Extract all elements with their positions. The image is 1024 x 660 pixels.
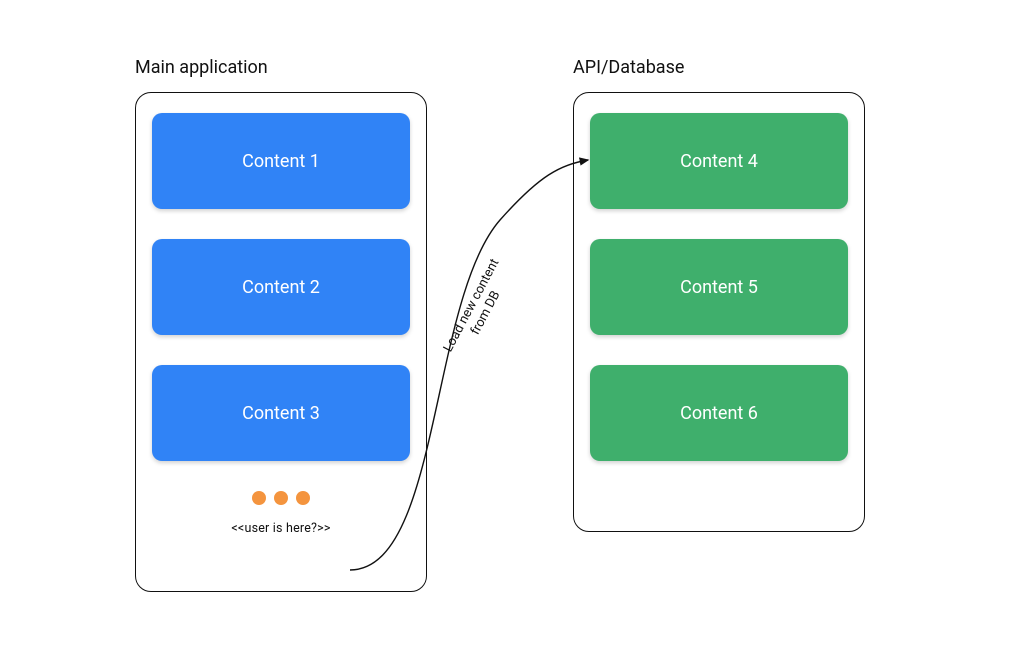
content-card-label: Content 5 — [680, 277, 758, 298]
content-card-label: Content 2 — [242, 277, 320, 298]
content-card: Content 3 — [152, 365, 410, 461]
connector-label-line1: Load new content — [441, 257, 503, 355]
user-here-label: <<user is here?>> — [152, 521, 410, 536]
content-card: Content 2 — [152, 239, 410, 335]
dot-icon — [296, 491, 310, 505]
content-card: Content 5 — [590, 239, 848, 335]
api-db-title: API/Database — [573, 57, 684, 78]
content-card: Content 6 — [590, 365, 848, 461]
content-card-label: Content 6 — [680, 403, 758, 424]
main-app-panel: Content 1 Content 2 Content 3 <<user is … — [135, 92, 427, 592]
connector-label-line2: from DB — [468, 289, 504, 338]
content-card: Content 4 — [590, 113, 848, 209]
content-card: Content 1 — [152, 113, 410, 209]
content-card-label: Content 3 — [242, 403, 320, 424]
main-app-title: Main application — [135, 57, 268, 78]
dot-icon — [274, 491, 288, 505]
content-card-label: Content 1 — [242, 151, 320, 172]
dot-icon — [252, 491, 266, 505]
loading-dots — [152, 491, 410, 505]
diagram-canvas: Main application API/Database Content 1 … — [0, 0, 1024, 660]
content-card-label: Content 4 — [680, 151, 758, 172]
api-db-panel: Content 4 Content 5 Content 6 — [573, 92, 865, 532]
